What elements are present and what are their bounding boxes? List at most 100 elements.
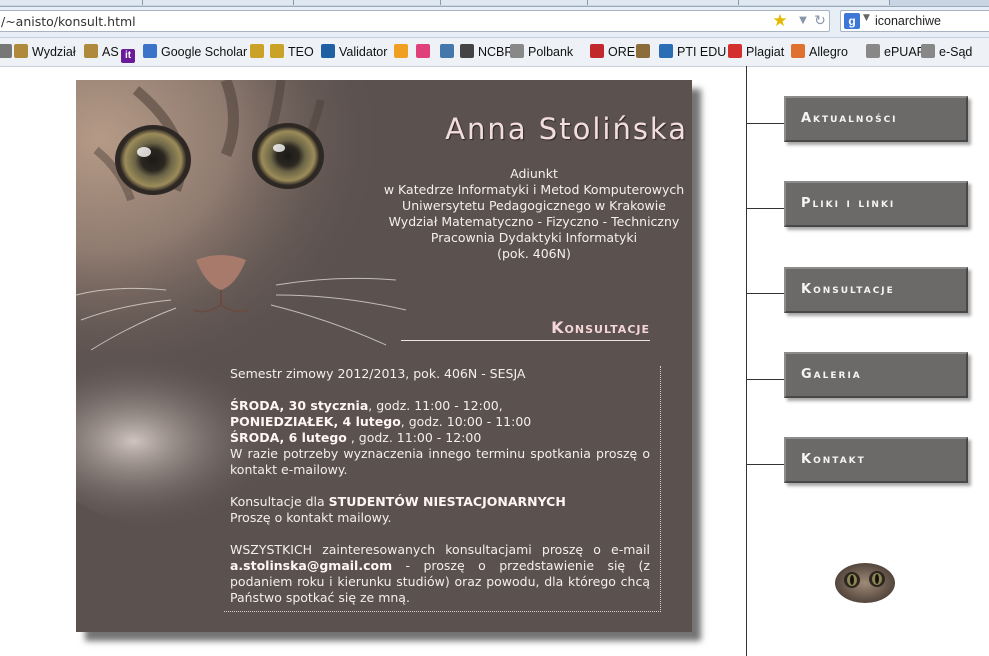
- bookmark-label: NCBR: [478, 45, 514, 59]
- browser-tab[interactable]: [588, 0, 739, 5]
- nav-galeria-button[interactable]: Galeria: [784, 352, 968, 398]
- bookmark-item[interactable]: e-Sąd: [921, 42, 972, 62]
- bookmark-item[interactable]: ORE: [590, 42, 635, 62]
- nav-konsultacje-button[interactable]: Konsultacje: [784, 267, 968, 313]
- bookmark-label: Polbank: [528, 45, 574, 59]
- section-heading: Konsultacje: [401, 316, 650, 341]
- bookmarks-bar: KWydziałASitGoogle ScholarTEOValidatorNC…: [0, 38, 989, 67]
- contact-info: WSZYSTKICH zainteresowanych konsultacjam…: [230, 542, 650, 606]
- affiliation-line: Adiunkt: [510, 166, 558, 181]
- history-dropdown-icon[interactable]: ▼: [795, 12, 811, 30]
- bookmark-item[interactable]: [416, 42, 434, 62]
- nav-divider: [746, 66, 747, 656]
- navigation-toolbar: /~anisto/konsult.html ★ ▼ ↻ g ▼ iconarch…: [0, 7, 989, 38]
- slot-time: , godz. 11:00 - 12:00,: [368, 398, 503, 413]
- it-icon: it: [121, 49, 135, 63]
- bookmark-item[interactable]: Validator: [321, 42, 387, 62]
- nav-connector: [746, 208, 784, 209]
- w3c-icon: [321, 44, 335, 58]
- email-link[interactable]: a.stolinska@gmail.com: [230, 558, 392, 573]
- pti-icon: [659, 44, 673, 58]
- bookmark-label: e-Sąd: [939, 45, 973, 59]
- bookmark-label: ORE: [608, 45, 636, 59]
- university-seal-icon: [84, 44, 98, 58]
- affiliation-block: Adiunkt w Katedrze Informatyki i Metod K…: [376, 166, 692, 262]
- browser-tab[interactable]: [441, 0, 588, 5]
- bookmark-label: TEO: [288, 45, 314, 59]
- other-term-note: W razie potrzeby wyznaczenia innego term…: [230, 446, 650, 477]
- bookmark-item[interactable]: [440, 42, 458, 62]
- bookmark-item[interactable]: [636, 42, 654, 62]
- part-time-prefix: Konsultacje dla: [230, 494, 329, 509]
- nav-pliki-button[interactable]: Pliki i linki: [784, 181, 968, 227]
- library-icon: [250, 44, 264, 58]
- nav-connector: [746, 293, 784, 294]
- bookmark-star-icon[interactable]: ★: [772, 12, 788, 30]
- university-seal-icon: [14, 44, 28, 58]
- bookmark-item[interactable]: AS: [84, 42, 119, 62]
- library-icon: [270, 44, 284, 58]
- bookmark-item[interactable]: Plagiat: [728, 42, 784, 62]
- consultation-box: Semestr zimowy 2012/2013, pok. 406N - SE…: [224, 366, 661, 612]
- bookmark-item[interactable]: [394, 42, 412, 62]
- orange-circle-icon: [394, 44, 408, 58]
- bookmark-label: ePUAP: [884, 45, 925, 59]
- k-icon: [0, 44, 12, 58]
- bookmark-label: Google Scholar: [161, 45, 248, 59]
- consultation-text: Semestr zimowy 2012/2013, pok. 406N - SE…: [230, 366, 650, 606]
- bookmark-item[interactable]: PTI EDU: [659, 42, 726, 62]
- semester-info: Semestr zimowy 2012/2013, pok. 406N - SE…: [230, 366, 526, 381]
- bookmark-item[interactable]: [250, 42, 268, 62]
- dotted-square-icon: [510, 44, 524, 58]
- main-panel: Anna Stolińska Adiunkt w Katedrze Inform…: [76, 80, 692, 632]
- bookmark-item[interactable]: it: [121, 42, 139, 63]
- person-icon: [636, 44, 650, 58]
- google-scholar-icon: [143, 44, 157, 58]
- slot-day: ŚRODA, 6 lutego: [230, 430, 347, 445]
- nav-kontakt-button[interactable]: Kontakt: [784, 437, 968, 483]
- grid-dots-icon: [416, 44, 430, 58]
- bookmark-label: Validator: [339, 45, 388, 59]
- bookmark-item[interactable]: ePUAP: [866, 42, 925, 62]
- google-search-engine-icon[interactable]: g: [844, 13, 860, 29]
- browser-tab[interactable]: [0, 0, 143, 5]
- calendar-icon: [440, 44, 454, 58]
- bookmark-label: Wydział: [32, 45, 76, 59]
- slot-day: PONIEDZIAŁEK, 4 lutego: [230, 414, 401, 429]
- hand-icon: [791, 44, 805, 58]
- affiliation-line: Wydział Matematyczno - Fizyczno - Techni…: [388, 214, 680, 229]
- bookmark-item[interactable]: NCBR: [460, 42, 513, 62]
- target-icon: [590, 44, 604, 58]
- browser-tab[interactable]: [294, 0, 441, 5]
- affiliation-line: Uniwersytetu Pedagogicznego w Krakowie: [402, 198, 666, 213]
- bookmark-item[interactable]: Google Scholar: [143, 42, 247, 62]
- affiliation-line: (pok. 406N): [497, 246, 571, 261]
- search-input[interactable]: g ▼ iconarchiwe: [840, 10, 989, 32]
- schedule: ŚRODA, 30 stycznia, godz. 11:00 - 12:00,…: [230, 398, 650, 478]
- browser-tab[interactable]: [143, 0, 294, 5]
- part-time-students: STUDENTÓW NIESTACJONARNYCH: [328, 494, 566, 509]
- contact-intro: WSZYSTKICH zainteresowanych konsultacjam…: [230, 542, 650, 557]
- cat-eyes-icon: [835, 563, 895, 603]
- bookmark-item[interactable]: Allegro: [791, 42, 848, 62]
- bookmark-label: PTI EDU: [677, 45, 727, 59]
- tab-strip: [0, 0, 989, 7]
- part-time-info: Konsultacje dla STUDENTÓW NIESTACJONARNY…: [230, 494, 650, 526]
- plagiat-icon: [728, 44, 742, 58]
- bookmark-item[interactable]: Wydział: [14, 42, 76, 62]
- bookmark-item[interactable]: TEO: [270, 42, 314, 62]
- nav-connector: [746, 379, 784, 380]
- nav-aktualnosci-button[interactable]: Aktualności: [784, 96, 968, 142]
- slot-day: ŚRODA, 30 stycznia: [230, 398, 369, 413]
- bookmark-label: Plagiat: [746, 45, 785, 59]
- nav-connector: [746, 123, 784, 124]
- nav-connector: [746, 464, 784, 465]
- reload-icon[interactable]: ↻: [812, 12, 828, 30]
- browser-tab[interactable]: [739, 0, 890, 5]
- bookmark-label: AS: [102, 45, 119, 59]
- chevron-down-icon[interactable]: ▼: [863, 13, 870, 23]
- bookmark-item[interactable]: Polbank: [510, 42, 573, 62]
- part-time-note: Proszę o kontakt mailowy.: [230, 510, 392, 525]
- page-title: Anna Stolińska: [445, 112, 688, 146]
- address-bar[interactable]: /~anisto/konsult.html: [0, 10, 830, 32]
